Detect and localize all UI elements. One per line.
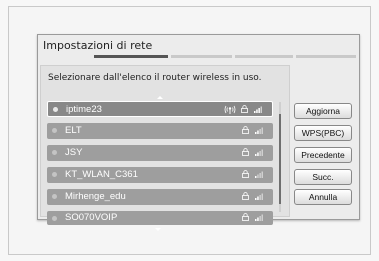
network-name: JSY: [65, 147, 83, 158]
network-name: SO070VOIP: [65, 212, 118, 223]
radio-dot-icon: [52, 216, 57, 221]
network-settings-dialog: Impostazioni di rete Selezionare dall'el…: [37, 34, 360, 225]
wifi-signal-icon: [255, 193, 263, 200]
network-row-kt-wlan-c361[interactable]: KT_WLAN_C361: [47, 167, 273, 183]
dialog-title: Impostazioni di rete: [43, 39, 153, 52]
instruction-text: Selezionare dall'elenco il router wirele…: [48, 73, 262, 83]
wps-pbc-button[interactable]: WPS(PBC): [294, 125, 352, 141]
wifi-signal-icon: [255, 127, 263, 134]
wifi-signal-icon: [254, 106, 262, 113]
wifi-signal-icon: [255, 171, 263, 178]
step-4-indicator: [296, 55, 356, 58]
network-row-so070voip[interactable]: SO070VOIP: [47, 211, 273, 225]
precedente-button[interactable]: Precedente: [294, 147, 352, 163]
lock-icon: [241, 105, 248, 113]
network-name: ELT: [65, 125, 82, 136]
radio-dot-icon: [53, 107, 58, 112]
annulla-button[interactable]: Annulla: [294, 189, 352, 205]
scroll-down-arrow-icon[interactable]: [155, 228, 161, 231]
step-progress: [94, 55, 356, 58]
arrow-up-icon[interactable]: [157, 96, 163, 99]
lock-icon: [242, 148, 249, 156]
aggiorna-button[interactable]: Aggiorna: [294, 103, 352, 119]
network-name: iptime23: [66, 104, 102, 115]
network-name: Mirhenge_edu: [65, 191, 126, 202]
radio-dot-icon: [52, 128, 57, 133]
step-1-indicator: [94, 55, 168, 58]
lock-icon: [242, 170, 249, 178]
wifi-signal-icon: [255, 149, 263, 156]
scrollbar-thumb[interactable]: [279, 114, 281, 204]
lock-icon: [242, 126, 249, 134]
radio-dot-icon: [52, 172, 57, 177]
step-2-indicator: [171, 55, 232, 58]
network-row-elt[interactable]: ELT: [47, 123, 273, 139]
radio-dot-icon: [52, 194, 57, 199]
wps-icon: [224, 105, 236, 114]
step-3-indicator: [235, 55, 293, 58]
lock-icon: [242, 213, 249, 221]
succ-button[interactable]: Succ.: [294, 169, 352, 185]
wifi-signal-icon: [255, 214, 263, 221]
network-list-panel: Selezionare dall'elenco il router wirele…: [40, 65, 290, 225]
radio-dot-icon: [52, 150, 57, 155]
network-name: KT_WLAN_C361: [65, 169, 138, 180]
lock-icon: [242, 192, 249, 200]
network-row-mirhenge-edu[interactable]: Mirhenge_edu: [47, 189, 273, 205]
network-row-iptime23[interactable]: iptime23: [47, 101, 273, 117]
network-row-jsy[interactable]: JSY: [47, 145, 273, 161]
